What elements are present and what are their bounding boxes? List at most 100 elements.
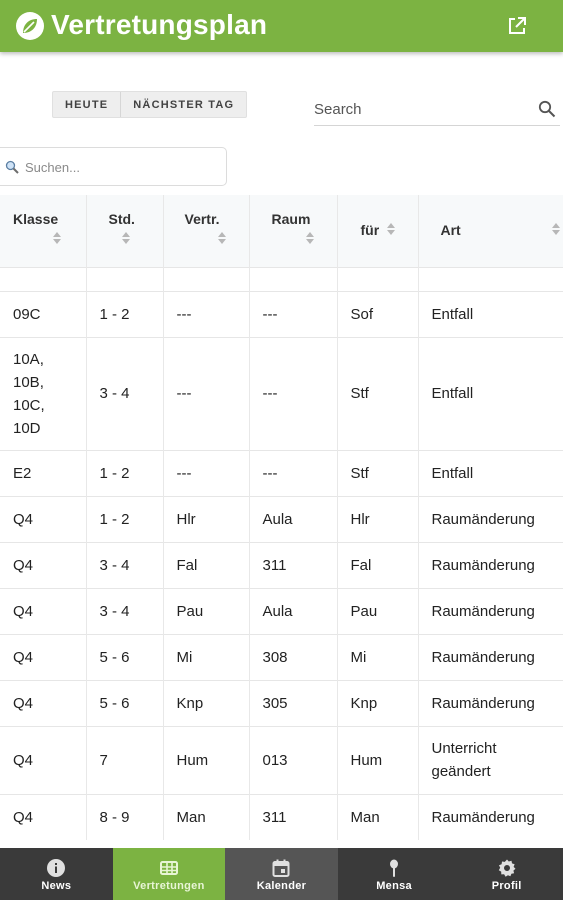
- filter-input[interactable]: [25, 156, 215, 178]
- magnifier-icon: [5, 160, 19, 174]
- cell-fuer: Fal: [337, 541, 419, 588]
- cell-raum: ---: [249, 290, 338, 337]
- cell-art: Raumänderung: [418, 587, 563, 634]
- sort-icon[interactable]: [217, 231, 227, 245]
- sort-icon[interactable]: [305, 231, 315, 245]
- leaf-logo-icon: [16, 12, 44, 40]
- table-spacer-row: [0, 266, 563, 291]
- cell-fuer: Man: [337, 793, 419, 840]
- cell-vertr: Hum: [163, 725, 250, 794]
- cell-klasse: Q4: [0, 793, 87, 840]
- cell-fuer: Hlr: [337, 495, 419, 542]
- table-row: Q4 7 Hum 013 Hum Unterricht geändert: [0, 725, 563, 794]
- today-button[interactable]: HEUTE: [53, 92, 120, 117]
- empty-cell: [86, 266, 164, 291]
- search-input[interactable]: Search: [314, 96, 560, 126]
- search-label: Search: [314, 101, 362, 118]
- empty-cell: [249, 266, 338, 291]
- cell-art: Entfall: [418, 449, 563, 496]
- column-label: Klasse: [13, 210, 59, 227]
- column-header-raum[interactable]: Raum: [249, 195, 338, 267]
- info-icon: [46, 858, 66, 878]
- table-row: Q4 3 - 4 Fal 311 Fal Raumänderung: [0, 541, 563, 588]
- sort-icon[interactable]: [121, 231, 131, 245]
- cell-std: 8 - 9: [86, 793, 164, 840]
- sort-icon[interactable]: [551, 222, 561, 236]
- cell-vertr: Mi: [163, 633, 250, 680]
- column-label: Vertr.: [184, 210, 220, 227]
- cell-raum: Aula: [249, 587, 338, 634]
- cell-std: 3 - 4: [86, 587, 164, 634]
- cell-klasse: 10A, 10B, 10C, 10D: [0, 336, 87, 450]
- column-header-fuer[interactable]: für: [337, 195, 419, 267]
- search-icon[interactable]: [538, 100, 556, 118]
- cell-art: Raumänderung: [418, 793, 563, 840]
- sort-icon[interactable]: [52, 231, 62, 245]
- nav-label: Kalender: [256, 880, 307, 892]
- cell-art: Raumänderung: [418, 633, 563, 680]
- cell-vertr: ---: [163, 449, 250, 496]
- nav-label: Vertretungen: [133, 880, 205, 892]
- cell-std: 1 - 2: [86, 449, 164, 496]
- open-in-new-icon[interactable]: [506, 15, 528, 37]
- nav-item-kalender[interactable]: Kalender: [225, 848, 338, 900]
- cell-vertr: Man: [163, 793, 250, 840]
- cell-raum: 013: [249, 725, 338, 794]
- column-header-art[interactable]: Art: [418, 195, 563, 267]
- nav-item-mensa[interactable]: Mensa: [338, 848, 451, 900]
- table-row: E2 1 - 2 --- --- Stf Entfall: [0, 449, 563, 496]
- cell-klasse: Q4: [0, 633, 87, 680]
- empty-cell: [163, 266, 250, 291]
- nav-item-news[interactable]: News: [0, 848, 113, 900]
- cell-klasse: 09C: [0, 290, 87, 337]
- cell-std: 1 - 2: [86, 495, 164, 542]
- cell-raum: Aula: [249, 495, 338, 542]
- cell-fuer: Hum: [337, 725, 419, 794]
- app-bar: Vertretungsplan: [0, 0, 563, 52]
- column-header-std[interactable]: Std.: [86, 195, 164, 267]
- table-row: Q4 1 - 2 Hlr Aula Hlr Raumänderung: [0, 495, 563, 542]
- column-header-vertr[interactable]: Vertr.: [163, 195, 250, 267]
- nav-label: News: [41, 880, 72, 892]
- sort-icon[interactable]: [386, 222, 396, 236]
- cell-art: Unterricht geändert: [418, 725, 563, 794]
- empty-cell: [337, 266, 419, 291]
- cell-vertr: Pau: [163, 587, 250, 634]
- empty-cell: [0, 266, 87, 291]
- cell-klasse: Q4: [0, 725, 87, 794]
- cell-fuer: Stf: [337, 336, 419, 450]
- column-header-klasse[interactable]: Klasse: [0, 195, 87, 267]
- nav-item-profil[interactable]: Profil: [450, 848, 563, 900]
- cell-std: 1 - 2: [86, 290, 164, 337]
- cell-fuer: Sof: [337, 290, 419, 337]
- day-toggle-group: HEUTE NÄCHSTER TAG: [52, 91, 248, 118]
- cell-art: Entfall: [418, 290, 563, 337]
- cell-raum: ---: [249, 336, 338, 450]
- app-title: Vertretungsplan: [51, 9, 268, 40]
- table-header-row: Klasse Std. Vertr. Raum für Art: [0, 195, 563, 267]
- table-row: 10A, 10B, 10C, 10D 3 - 4 --- --- Stf Entfall: [0, 336, 563, 450]
- nav-label: Profil: [491, 880, 522, 892]
- column-label: Std.: [108, 210, 135, 227]
- cell-klasse: Q4: [0, 495, 87, 542]
- cell-art: Entfall: [418, 336, 563, 450]
- cell-fuer: Knp: [337, 679, 419, 726]
- empty-cell: [418, 266, 563, 291]
- cell-art: Raumänderung: [418, 495, 563, 542]
- table-row: Q4 3 - 4 Pau Aula Pau Raumänderung: [0, 587, 563, 634]
- mensa-icon: [384, 858, 404, 878]
- cell-klasse: E2: [0, 449, 87, 496]
- cell-raum: 311: [249, 541, 338, 588]
- next-day-button[interactable]: NÄCHSTER TAG: [120, 92, 246, 117]
- cell-vertr: ---: [163, 336, 250, 450]
- substitution-table: Klasse Std. Vertr. Raum für Art 09C 1 - …: [0, 195, 563, 848]
- cell-std: 3 - 4: [86, 336, 164, 450]
- nav-item-vertretungen[interactable]: Vertretungen: [112, 848, 226, 900]
- cell-raum: 305: [249, 679, 338, 726]
- column-label: für: [360, 221, 380, 238]
- table-filter-field[interactable]: [0, 147, 227, 186]
- cell-klasse: Q4: [0, 679, 87, 726]
- table-row: Q4 5 - 6 Mi 308 Mi Raumänderung: [0, 633, 563, 680]
- cell-vertr: Knp: [163, 679, 250, 726]
- table-icon: [159, 858, 179, 878]
